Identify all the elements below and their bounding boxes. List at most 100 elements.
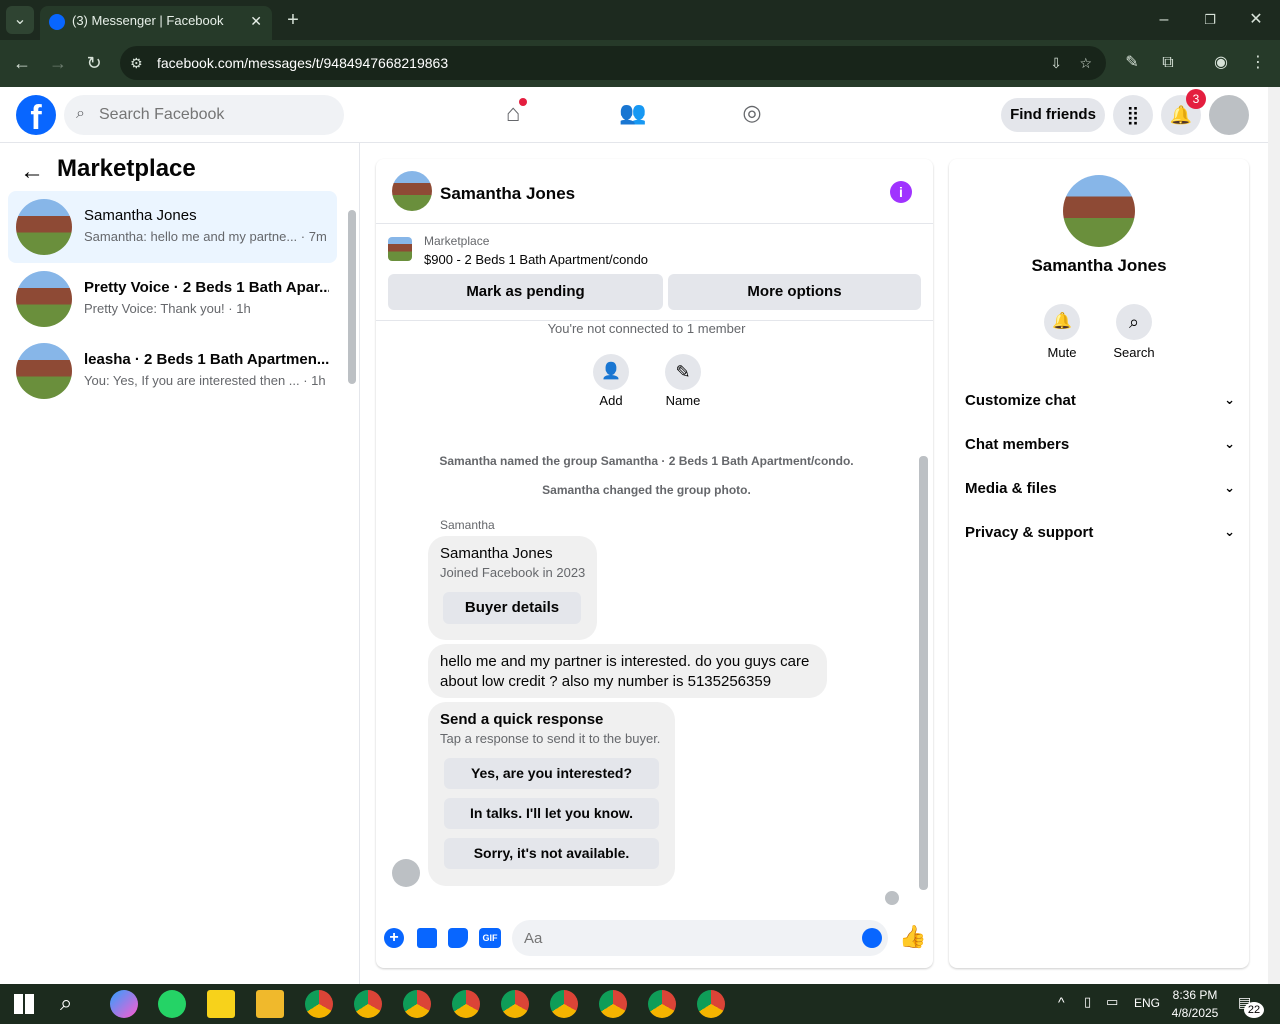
bookmark-star-icon[interactable]: ☆ xyxy=(1079,46,1092,80)
chrome-icon[interactable] xyxy=(354,990,382,1018)
sticker-icon[interactable] xyxy=(448,928,468,948)
tab-list-icon[interactable]: ⌄ xyxy=(6,6,34,34)
profile-name[interactable]: Samantha Jones xyxy=(949,256,1249,276)
back-arrow-icon[interactable]: ← xyxy=(20,158,44,186)
profile-icon[interactable]: ◉ xyxy=(1210,52,1232,74)
friends-icon[interactable]: 👥 xyxy=(618,100,648,130)
conversation-avatar xyxy=(16,271,72,327)
chrome-icon[interactable] xyxy=(599,990,627,1018)
buyer-details-button[interactable]: Buyer details xyxy=(443,592,581,624)
system-message: Samantha named the group Samantha · 2 Be… xyxy=(439,454,854,468)
url-text: facebook.com/messages/t/9484947668219863 xyxy=(157,55,449,71)
restore-icon[interactable]: ❐ xyxy=(1200,8,1220,32)
find-friends-button[interactable]: Find friends xyxy=(1001,98,1105,132)
conversation-item[interactable]: Pretty Voice · 2 Beds 1 Bath Apar... Pre… xyxy=(8,263,337,335)
chat-header-name[interactable]: Samantha Jones xyxy=(440,184,575,204)
page-scrollbar[interactable] xyxy=(1268,87,1280,984)
quick-response-button[interactable]: In talks. I'll let you know. xyxy=(444,798,659,829)
divider xyxy=(376,223,933,224)
quick-response-button[interactable]: Yes, are you interested? xyxy=(444,758,659,789)
conversation-avatar xyxy=(16,343,72,399)
add-person-icon[interactable]: 👤 xyxy=(593,354,629,390)
buyer-card-name: Samantha Jones xyxy=(440,545,553,562)
address-bar[interactable]: ⚙ facebook.com/messages/t/94849476682198… xyxy=(120,46,1106,80)
conversation-item[interactable]: Samantha Jones Samantha: hello me and my… xyxy=(8,191,337,263)
search-icon: ⌕ xyxy=(76,105,85,122)
copilot-icon[interactable] xyxy=(110,990,138,1018)
network-icon[interactable]: ▭ xyxy=(1106,994,1118,1010)
chat-header-avatar[interactable] xyxy=(392,171,432,211)
tray-device-icon[interactable]: ▯ xyxy=(1084,994,1091,1010)
like-thumb-icon[interactable]: 👍 xyxy=(899,924,926,950)
groups-icon[interactable]: ◎ xyxy=(737,100,767,130)
new-tab-icon[interactable]: + xyxy=(282,8,304,32)
conversation-avatar xyxy=(16,199,72,255)
chrome-icon[interactable] xyxy=(305,990,333,1018)
left-scrollbar[interactable] xyxy=(348,210,356,384)
read-receipt-avatar xyxy=(885,891,899,905)
facebook-logo-icon[interactable]: f xyxy=(16,95,56,137)
browser-tab[interactable]: (3) Messenger | Facebook ✕ xyxy=(40,6,272,40)
system-message: Samantha changed the group photo. xyxy=(542,483,751,497)
listing-thumbnail[interactable] xyxy=(388,237,412,261)
mute-bell-icon[interactable]: 🔔 xyxy=(1044,304,1080,340)
media-files-section[interactable]: Media & files ⌄ xyxy=(965,480,1235,497)
message-bubble[interactable]: hello me and my partner is interested. d… xyxy=(428,644,827,698)
minimize-icon[interactable]: – xyxy=(1154,8,1174,32)
privacy-support-section[interactable]: Privacy & support ⌄ xyxy=(965,524,1235,541)
chrome-icon[interactable] xyxy=(452,990,480,1018)
forward-icon[interactable]: → xyxy=(46,52,70,74)
message-input[interactable] xyxy=(524,926,844,950)
sticky-notes-icon[interactable] xyxy=(207,990,235,1018)
more-options-button[interactable]: More options xyxy=(668,274,921,310)
message-input-box[interactable] xyxy=(512,920,888,956)
browser-menu-icon[interactable]: ⋮ xyxy=(1248,52,1268,74)
quick-response-button[interactable]: Sorry, it's not available. xyxy=(444,838,659,869)
pen-icon[interactable]: ✎ xyxy=(1122,52,1142,74)
listing-title[interactable]: $900 - 2 Beds 1 Bath Apartment/condo xyxy=(424,252,648,267)
emoji-icon[interactable] xyxy=(862,928,882,948)
back-icon[interactable]: ← xyxy=(10,52,34,74)
account-avatar[interactable] xyxy=(1209,95,1249,135)
search-chat-icon[interactable]: ⌕ xyxy=(1116,304,1152,340)
notification-badge: 3 xyxy=(1186,89,1206,109)
customize-chat-section[interactable]: Customize chat ⌄ xyxy=(965,392,1235,409)
clock-date[interactable]: 4/8/2025 xyxy=(1166,1006,1224,1020)
language-indicator[interactable]: ENG xyxy=(1134,996,1160,1010)
menu-grid-icon[interactable]: ⣿ xyxy=(1113,95,1153,135)
windows-start-icon[interactable] xyxy=(14,994,34,1014)
taskbar-search-icon[interactable]: ⌕ xyxy=(60,990,72,1016)
section-label: Media & files xyxy=(965,480,1057,497)
close-window-icon[interactable]: ✕ xyxy=(1246,8,1266,32)
install-app-icon[interactable]: ⇩ xyxy=(1050,46,1062,80)
chrome-icon[interactable] xyxy=(403,990,431,1018)
search-input[interactable] xyxy=(99,103,329,127)
chat-details-panel: Samantha Jones 🔔 Mute ⌕ Search Customize… xyxy=(949,159,1249,968)
close-tab-icon[interactable]: ✕ xyxy=(250,6,262,36)
gif-icon[interactable]: GIF xyxy=(479,928,501,948)
clock-time[interactable]: 8:36 PM xyxy=(1166,988,1224,1002)
more-actions-plus-icon[interactable]: + xyxy=(384,928,404,948)
mark-as-pending-button[interactable]: Mark as pending xyxy=(388,274,663,310)
site-info-icon[interactable]: ⚙ xyxy=(130,46,143,80)
chrome-icon[interactable] xyxy=(501,990,529,1018)
chat-members-section[interactable]: Chat members ⌄ xyxy=(965,436,1235,453)
name-label: Name xyxy=(665,393,701,408)
edit-name-icon[interactable]: ✎ xyxy=(665,354,701,390)
chrome-icon[interactable] xyxy=(550,990,578,1018)
tray-chevron-icon[interactable]: ^ xyxy=(1058,994,1065,1010)
reload-icon[interactable]: ↻ xyxy=(82,52,106,74)
profile-avatar[interactable] xyxy=(1063,175,1135,247)
add-label: Add xyxy=(599,393,623,408)
chat-scrollbar[interactable] xyxy=(919,456,928,890)
extensions-icon[interactable]: ⧉ xyxy=(1158,52,1178,74)
chrome-icon[interactable] xyxy=(697,990,725,1018)
conversation-name: Samantha Jones xyxy=(84,207,197,224)
info-icon[interactable]: i xyxy=(890,181,912,203)
photo-attach-icon[interactable] xyxy=(417,928,437,948)
chrome-icon[interactable] xyxy=(648,990,676,1018)
conversation-item[interactable]: leasha · 2 Beds 1 Bath Apartmen... You: … xyxy=(8,335,337,407)
whatsapp-icon[interactable] xyxy=(158,990,186,1018)
file-explorer-icon[interactable] xyxy=(256,990,284,1018)
search-box[interactable]: ⌕ xyxy=(64,95,344,135)
